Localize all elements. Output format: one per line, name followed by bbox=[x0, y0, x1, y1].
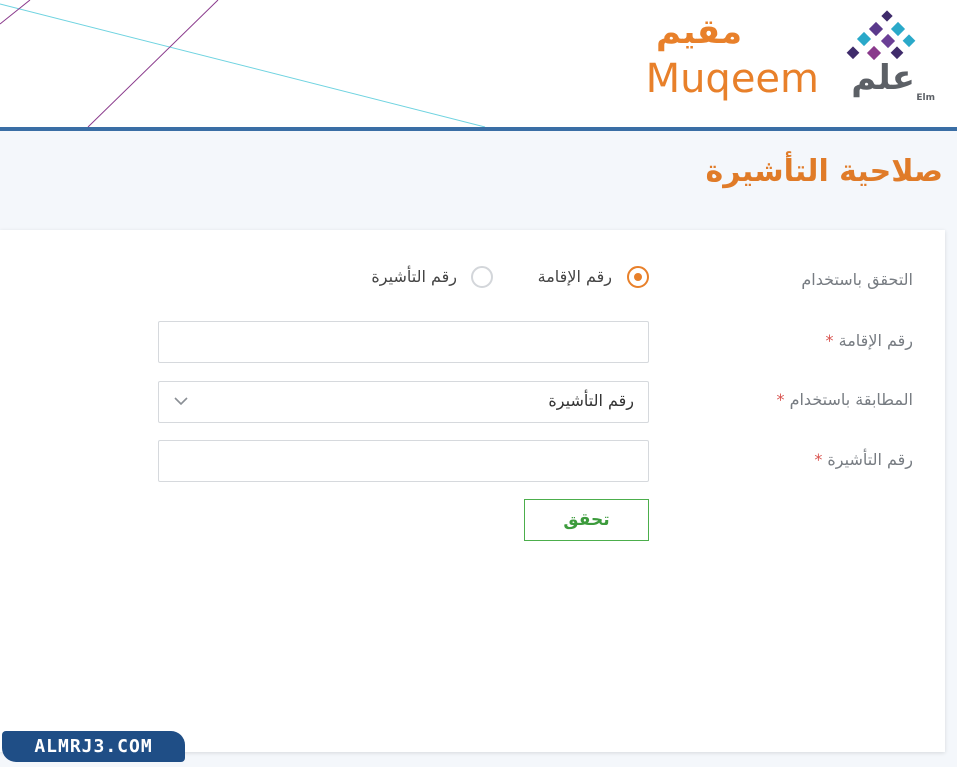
radio-iqama-label[interactable]: رقم الإقامة bbox=[538, 267, 612, 286]
verify-button[interactable]: تحقق bbox=[524, 499, 649, 541]
match-using-selected-value: رقم التأشيرة bbox=[548, 391, 634, 410]
form-card bbox=[0, 230, 945, 752]
match-using-select[interactable]: رقم التأشيرة bbox=[158, 381, 649, 423]
iqama-number-label-text: رقم الإقامة bbox=[838, 331, 913, 350]
radio-visa[interactable] bbox=[471, 266, 493, 288]
chevron-down-icon bbox=[174, 397, 188, 406]
radio-iqama[interactable] bbox=[627, 266, 649, 288]
match-using-label-text: المطابقة باستخدام bbox=[789, 390, 913, 409]
iqama-number-input[interactable] bbox=[158, 321, 649, 363]
page-title: صلاحية التأشيرة bbox=[705, 154, 943, 189]
iqama-number-label: رقم الإقامة * bbox=[826, 331, 913, 350]
visa-number-label-text: رقم التأشيرة bbox=[827, 450, 913, 469]
visa-number-label: رقم التأشيرة * bbox=[814, 450, 913, 469]
visa-number-input[interactable] bbox=[158, 440, 649, 482]
verify-using-label: التحقق باستخدام bbox=[801, 270, 913, 289]
match-using-label: المطابقة باستخدام * bbox=[776, 390, 913, 409]
elm-logo-english: Elm bbox=[916, 93, 935, 103]
header: مقيم Muqeem علم Elm bbox=[0, 0, 957, 131]
radio-visa-label[interactable]: رقم التأشيرة bbox=[371, 267, 457, 286]
elm-logo-arabic: علم bbox=[851, 58, 915, 98]
required-mark: * bbox=[825, 331, 834, 350]
muqeem-logo-english: Muqeem bbox=[645, 56, 819, 102]
required-mark: * bbox=[814, 450, 823, 469]
site-watermark: ALMRJ3.COM bbox=[2, 731, 185, 762]
required-mark: * bbox=[776, 390, 785, 409]
muqeem-logo-arabic: مقيم bbox=[655, 12, 742, 52]
